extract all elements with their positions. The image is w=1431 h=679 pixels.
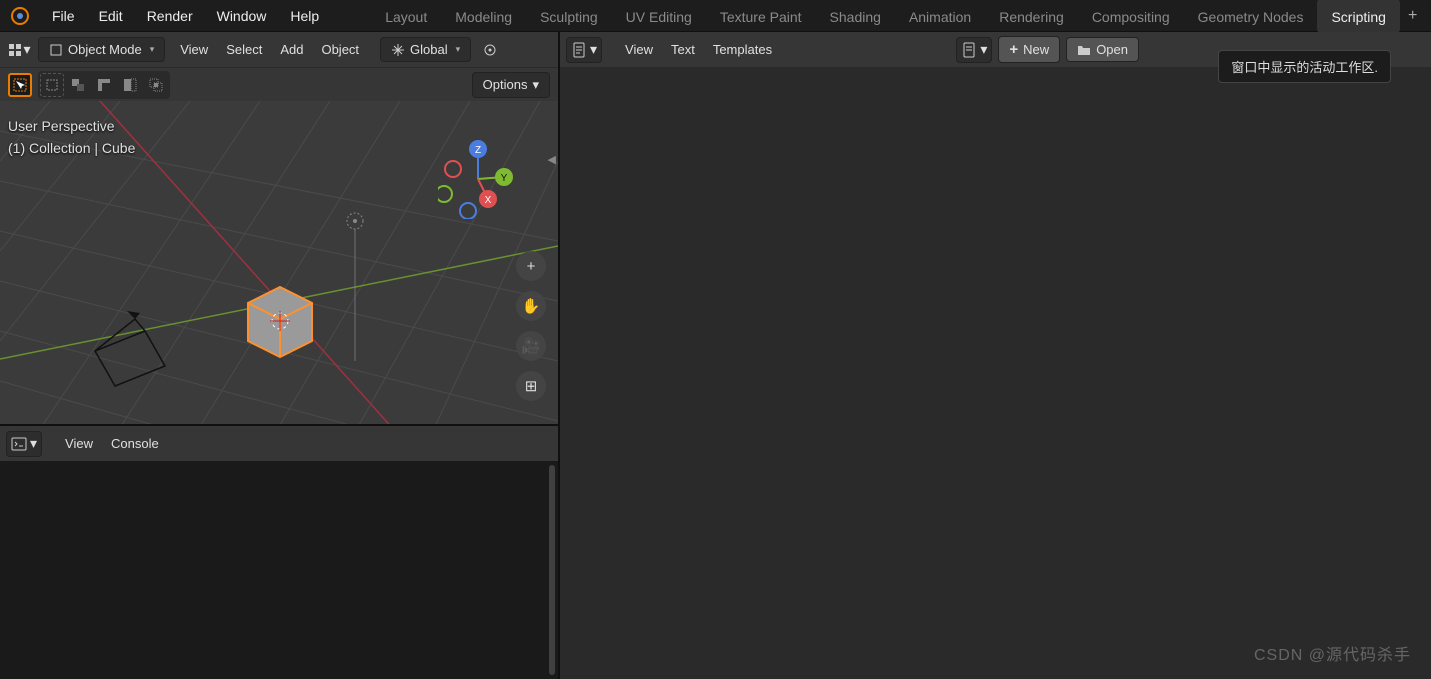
grid-icon[interactable]: ⊞ [516, 371, 546, 401]
console-body[interactable] [0, 461, 558, 679]
workspace-tooltip: 窗口中显示的活动工作区. [1218, 50, 1391, 83]
console-menu-view[interactable]: View [56, 432, 102, 455]
workspace-tab-rendering[interactable]: Rendering [985, 0, 1078, 33]
blender-logo-icon[interactable] [8, 4, 32, 28]
viewport-menu-view[interactable]: View [171, 38, 217, 61]
tool-row: Options▾ [0, 67, 558, 101]
mode-dropdown[interactable]: Object Mode ▾ [38, 37, 165, 62]
menu-window[interactable]: Window [205, 2, 279, 30]
select-extend-icon[interactable] [66, 73, 90, 97]
svg-text:X: X [485, 195, 492, 206]
viewport-header: ▾ Object Mode ▾ ViewSelectAddObject Glob… [0, 32, 558, 67]
workspace-tab-sculpting[interactable]: Sculpting [526, 0, 612, 33]
menu-file[interactable]: File [40, 2, 87, 30]
console-scrollbar[interactable] [549, 465, 555, 675]
svg-text:Y: Y [501, 173, 508, 184]
new-text-button[interactable]: + New [998, 36, 1060, 63]
select-intersect-icon[interactable] [144, 73, 168, 97]
orientation-dropdown[interactable]: Global ▾ [380, 37, 471, 62]
workspace-tab-layout[interactable]: Layout [371, 0, 441, 33]
select-tool-icon[interactable] [8, 73, 32, 97]
text-editor-type-icon[interactable]: ▾ [566, 37, 602, 63]
workspace-tab-scripting[interactable]: Scripting [1317, 0, 1399, 33]
workspace-tab-geometry-nodes[interactable]: Geometry Nodes [1184, 0, 1318, 33]
sidebar-toggle-icon[interactable]: ◀ [548, 153, 556, 166]
options-dropdown[interactable]: Options▾ [472, 72, 550, 98]
workspace-tab-uv-editing[interactable]: UV Editing [612, 0, 706, 33]
workspace-tab-shading[interactable]: Shading [816, 0, 895, 33]
watermark-text: CSDN @源代码杀手 [1254, 641, 1411, 665]
editor-type-icon[interactable]: ▾ [6, 37, 32, 63]
workspace-tab-animation[interactable]: Animation [895, 0, 985, 33]
cube-object [248, 287, 312, 357]
select-box-icon[interactable] [40, 73, 64, 97]
text-menu-templates[interactable]: Templates [704, 38, 781, 61]
text-datablock-icon[interactable]: ▾ [956, 37, 992, 63]
open-text-button[interactable]: Open [1066, 37, 1139, 62]
workspace-tab-compositing[interactable]: Compositing [1078, 0, 1184, 33]
select-invert-icon[interactable] [118, 73, 142, 97]
viewport-menu-object[interactable]: Object [312, 38, 368, 61]
add-workspace-button[interactable]: + [1400, 1, 1425, 31]
console-editor-type-icon[interactable]: ▾ [6, 431, 42, 457]
pan-icon[interactable]: ✋ [516, 291, 546, 321]
select-subtract-icon[interactable] [92, 73, 116, 97]
viewport-overlay-text: User Perspective (1) Collection | Cube [8, 115, 135, 160]
console-menu-console[interactable]: Console [102, 432, 168, 455]
viewport-menu-select[interactable]: Select [217, 38, 271, 61]
select-mode-group [38, 71, 170, 99]
viewport-menu-add[interactable]: Add [271, 38, 312, 61]
text-editor-body[interactable] [560, 67, 1431, 679]
viewport-3d[interactable]: User Perspective (1) Collection | Cube ◀… [0, 101, 558, 424]
navigation-gizmo[interactable]: Z Y X [438, 139, 518, 219]
svg-text:Z: Z [475, 145, 481, 156]
workspace-tab-modeling[interactable]: Modeling [441, 0, 526, 33]
text-menu-text[interactable]: Text [662, 38, 704, 61]
menu-render[interactable]: Render [135, 2, 205, 30]
console-header: ▾ ViewConsole [0, 426, 558, 461]
text-menu-view[interactable]: View [616, 38, 662, 61]
menu-edit[interactable]: Edit [87, 2, 135, 30]
zoom-icon[interactable]: + [516, 251, 546, 281]
pivot-icon[interactable] [477, 37, 503, 63]
camera-icon[interactable]: 🎥 [516, 331, 546, 361]
workspace-tab-texture-paint[interactable]: Texture Paint [706, 0, 816, 33]
menu-help[interactable]: Help [278, 2, 331, 30]
folder-icon [1077, 43, 1091, 57]
